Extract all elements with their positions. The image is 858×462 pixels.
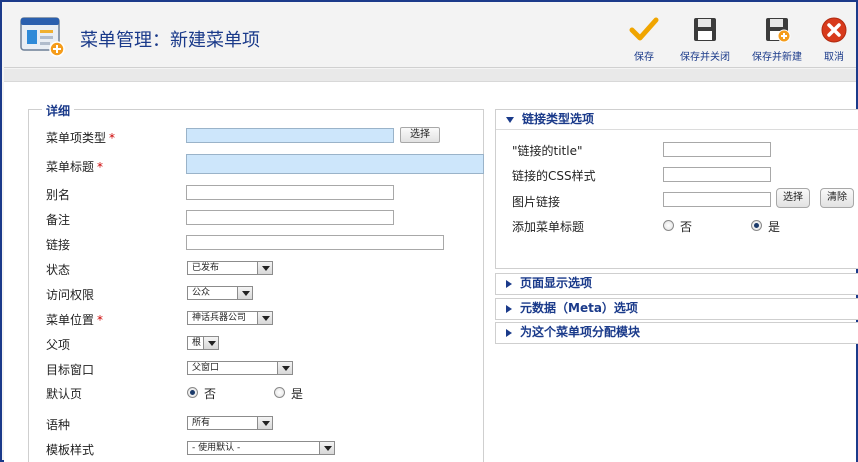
chevron-down-icon xyxy=(277,362,292,374)
menu-location-label: 菜单位置 xyxy=(46,313,95,327)
link-title-input[interactable] xyxy=(663,142,771,157)
floppy-disk-plus-icon xyxy=(766,18,791,43)
default-page-label: 默认页 xyxy=(46,387,83,401)
triangle-down-icon xyxy=(506,116,514,123)
image-link-label: 图片链接 xyxy=(512,195,561,209)
save-new-label: 保存并新建 xyxy=(752,52,802,63)
toolbar-header: 菜单管理：新建菜单项 保存 保存并关闭 保存并新建 取消 xyxy=(4,4,856,68)
image-clear-button[interactable]: 清除 xyxy=(820,188,854,208)
parent-label: 父项 xyxy=(46,338,71,352)
link-input[interactable] xyxy=(186,235,444,250)
language-label: 语种 xyxy=(46,418,71,432)
metadata-panel[interactable]: 元数据（Meta）选项 xyxy=(495,298,858,320)
details-legend: 详细 xyxy=(42,102,75,119)
parent-value: 根 xyxy=(192,338,202,348)
template-style-value: - 使用默认 - xyxy=(192,443,241,453)
item-type-label: 菜单项类型 xyxy=(46,131,107,145)
note-input[interactable] xyxy=(186,210,394,225)
chevron-down-icon xyxy=(203,337,218,349)
cancel-icon xyxy=(821,17,847,43)
default-page-no-radio[interactable] xyxy=(187,387,198,398)
target-window-value: 父窗口 xyxy=(192,363,220,373)
cancel-label: 取消 xyxy=(824,52,844,63)
chevron-down-icon xyxy=(319,442,334,454)
chevron-down-icon xyxy=(257,262,272,274)
save-new-button[interactable]: 保存并新建 xyxy=(746,16,808,63)
title-input[interactable] xyxy=(186,154,484,174)
default-page-yes-radio[interactable] xyxy=(274,387,285,398)
add-menu-title-label: 添加菜单标题 xyxy=(512,220,585,234)
title-label: 菜单标题 xyxy=(46,160,95,174)
status-select[interactable]: 已发布 xyxy=(187,261,273,275)
header-separator xyxy=(4,69,856,81)
status-value: 已发布 xyxy=(192,263,220,273)
save-label: 保存 xyxy=(634,52,654,63)
status-label: 状态 xyxy=(46,263,71,277)
link-options-toggle[interactable]: 链接类型选项 xyxy=(496,110,858,130)
alias-input[interactable] xyxy=(186,185,394,200)
menu-manager-icon xyxy=(20,17,65,57)
default-page-yes-label: 是 xyxy=(291,387,304,401)
triangle-right-icon xyxy=(506,328,512,337)
add-menu-title-yes-label: 是 xyxy=(768,220,781,234)
add-menu-title-no-radio[interactable] xyxy=(663,220,674,231)
add-menu-title-yes-radio[interactable] xyxy=(751,220,762,231)
alias-label: 别名 xyxy=(46,188,71,202)
access-value: 公众 xyxy=(192,288,211,298)
save-button[interactable]: 保存 xyxy=(624,16,664,63)
chevron-down-icon xyxy=(257,312,272,324)
access-select[interactable]: 公众 xyxy=(187,286,253,300)
page-title: 菜单管理：新建菜单项 xyxy=(80,30,260,51)
template-style-label: 模板样式 xyxy=(46,443,95,457)
floppy-disk-icon xyxy=(694,18,716,41)
triangle-right-icon xyxy=(506,304,512,313)
template-style-select[interactable]: - 使用默认 - xyxy=(187,441,335,455)
window-frame: 菜单管理：新建菜单项 保存 保存并关闭 保存并新建 取消 详细 菜单项类型 * … xyxy=(0,0,858,462)
link-title-label: "链接的title" xyxy=(512,144,583,158)
required-marker: * xyxy=(97,313,104,327)
triangle-right-icon xyxy=(506,279,512,288)
parent-select[interactable]: 根 xyxy=(187,336,219,350)
cancel-button[interactable]: 取消 xyxy=(816,16,852,63)
target-window-select[interactable]: 父窗口 xyxy=(187,361,293,375)
note-label: 备注 xyxy=(46,213,71,227)
item-type-select-button[interactable]: 选择 xyxy=(400,127,440,143)
module-assignment-panel[interactable]: 为这个菜单项分配模块 xyxy=(495,322,858,344)
image-link-input[interactable] xyxy=(663,192,771,207)
chevron-down-icon xyxy=(237,287,252,299)
menu-location-select[interactable]: 神话兵器公司 xyxy=(187,311,273,325)
save-close-button[interactable]: 保存并关闭 xyxy=(674,16,736,63)
required-marker: * xyxy=(97,160,104,174)
target-window-label: 目标窗口 xyxy=(46,363,95,377)
page-display-heading: 页面显示选项 xyxy=(520,276,593,290)
image-select-button[interactable]: 选择 xyxy=(776,188,810,208)
default-page-no-label: 否 xyxy=(204,387,217,401)
required-marker: * xyxy=(109,131,116,145)
link-css-label: 链接的CSS样式 xyxy=(512,169,596,183)
checkmark-icon xyxy=(629,17,659,41)
save-close-label: 保存并关闭 xyxy=(680,52,730,63)
chevron-down-icon xyxy=(257,417,272,429)
page-display-panel[interactable]: 页面显示选项 xyxy=(495,273,858,295)
access-label: 访问权限 xyxy=(46,288,95,302)
edit-form: 详细 菜单项类型 * 选择 菜单标题 * 别名 备注 链接 状态 已发布 访问权… xyxy=(4,81,858,462)
module-assignment-heading: 为这个菜单项分配模块 xyxy=(520,325,641,339)
link-css-input[interactable] xyxy=(663,167,771,182)
language-value: 所有 xyxy=(192,418,211,428)
link-label: 链接 xyxy=(46,238,71,252)
item-type-field[interactable] xyxy=(186,128,394,143)
add-menu-title-no-label: 否 xyxy=(680,220,693,234)
metadata-heading: 元数据（Meta）选项 xyxy=(520,301,638,315)
language-select[interactable]: 所有 xyxy=(187,416,273,430)
menu-location-value: 神话兵器公司 xyxy=(192,313,247,323)
link-options-heading: 链接类型选项 xyxy=(522,112,595,126)
